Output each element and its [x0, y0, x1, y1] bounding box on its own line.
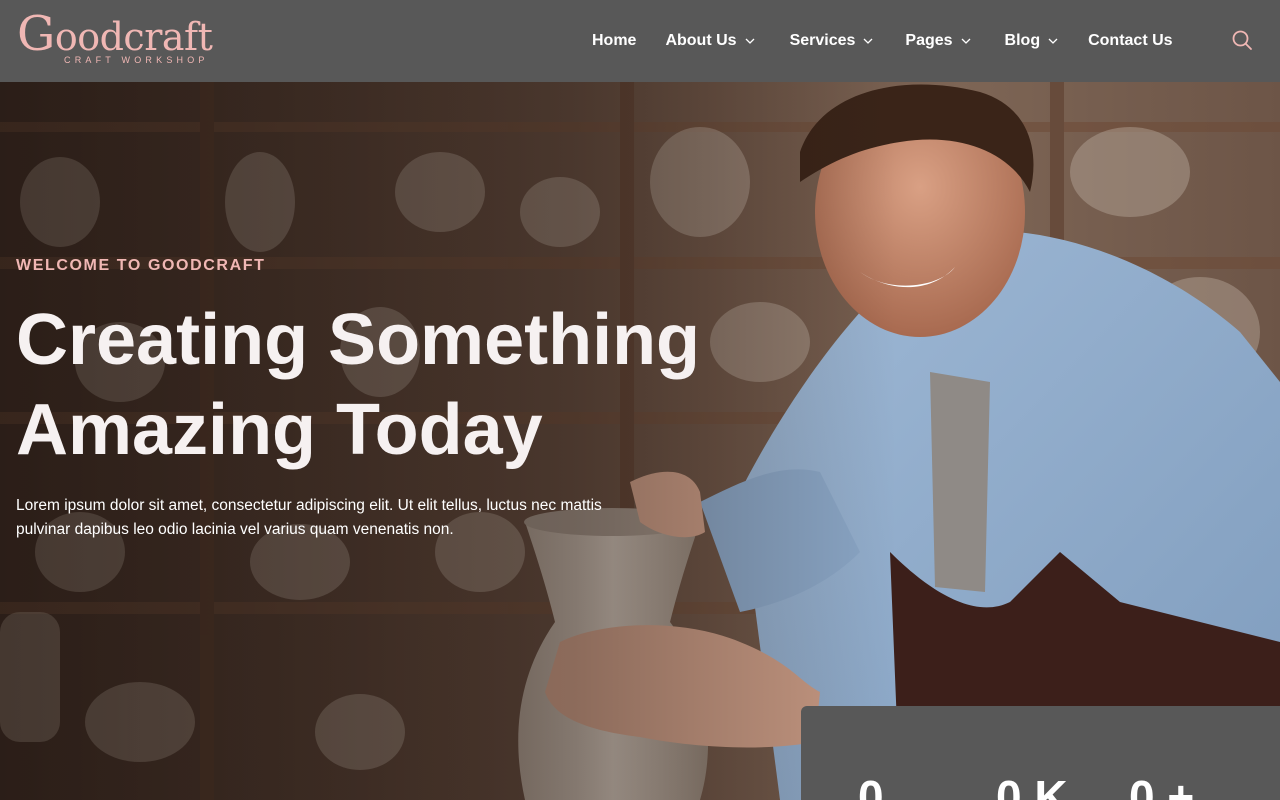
chevron-down-icon	[863, 38, 873, 44]
hero-eyebrow: WELCOME TO GOODCRAFT	[16, 257, 266, 274]
nav-item-label: Home	[592, 32, 637, 49]
stat-value: 0 +	[1129, 771, 1195, 800]
nav-item-contact-us[interactable]: Contact Us	[1088, 32, 1172, 50]
brand-initial: G	[17, 6, 55, 62]
hero-headline: Creating Something Amazing Today	[16, 295, 776, 475]
nav-item-services[interactable]: Services	[790, 32, 875, 50]
nav-item-label: Pages	[905, 32, 953, 49]
brand-name-rest: oodcraft	[54, 15, 213, 59]
brand-logo[interactable]: Goodcraft CRAFT WORKSHOP	[17, 10, 247, 70]
hero-headline-line-1: Creating Something	[16, 300, 701, 380]
stat-value: 0 K	[996, 771, 1068, 800]
chevron-down-icon	[745, 38, 755, 44]
nav-item-label: Services	[789, 32, 856, 49]
search-icon[interactable]	[1231, 29, 1253, 51]
hero-headline-line-2: Amazing Today	[16, 390, 543, 470]
hero-section: WELCOME TO GOODCRAFT Creating Something …	[0, 82, 1280, 800]
nav-item-home[interactable]: Home	[592, 32, 636, 50]
site-header: Goodcraft CRAFT WORKSHOP Home About Us S…	[0, 0, 1280, 82]
stat-value: 0	[858, 771, 884, 800]
nav-item-blog[interactable]: Blog	[1005, 32, 1060, 50]
nav-item-label: About Us	[665, 32, 737, 49]
brand-tagline: CRAFT WORKSHOP	[64, 55, 209, 65]
nav-item-pages[interactable]: Pages	[905, 32, 971, 50]
main-nav: Home About Us Services Pages Blog Contac…	[592, 0, 1173, 82]
chevron-down-icon	[1048, 38, 1058, 44]
nav-item-label: Contact Us	[1088, 32, 1173, 49]
chevron-down-icon	[961, 38, 971, 44]
nav-item-label: Blog	[1004, 32, 1041, 49]
nav-item-about-us[interactable]: About Us	[665, 32, 755, 50]
hero-description: Lorem ipsum dolor sit amet, consectetur …	[16, 497, 602, 538]
brand-name: Goodcraft	[17, 10, 213, 59]
stats-card: 0 0 K 0 +	[801, 706, 1280, 800]
